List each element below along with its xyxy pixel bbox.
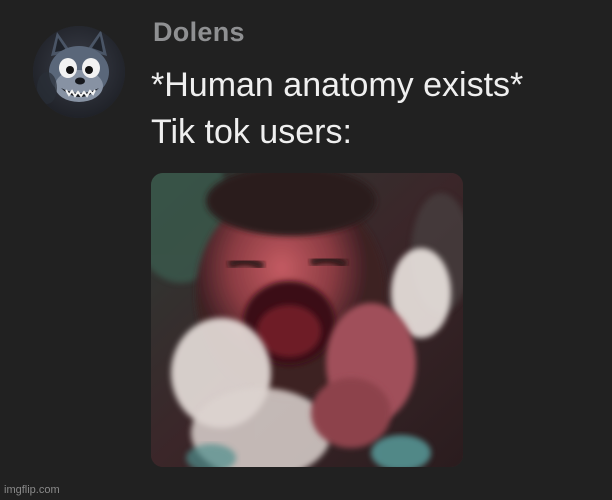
chat-message: Dolens *Human anatomy exists* Tik tok us… xyxy=(0,0,612,500)
username[interactable]: Dolens xyxy=(153,17,245,48)
message-text: *Human anatomy exists* Tik tok users: xyxy=(151,62,523,156)
imgflip-watermark: imgflip.com xyxy=(4,484,60,496)
message-line: *Human anatomy exists* xyxy=(151,66,524,104)
message-line: Tik tok users: xyxy=(151,113,352,151)
image-attachment[interactable] xyxy=(151,173,463,467)
cartoon-wolf-avatar-icon xyxy=(33,26,125,118)
crying-baby-photo xyxy=(151,173,463,467)
user-avatar[interactable] xyxy=(33,26,125,118)
